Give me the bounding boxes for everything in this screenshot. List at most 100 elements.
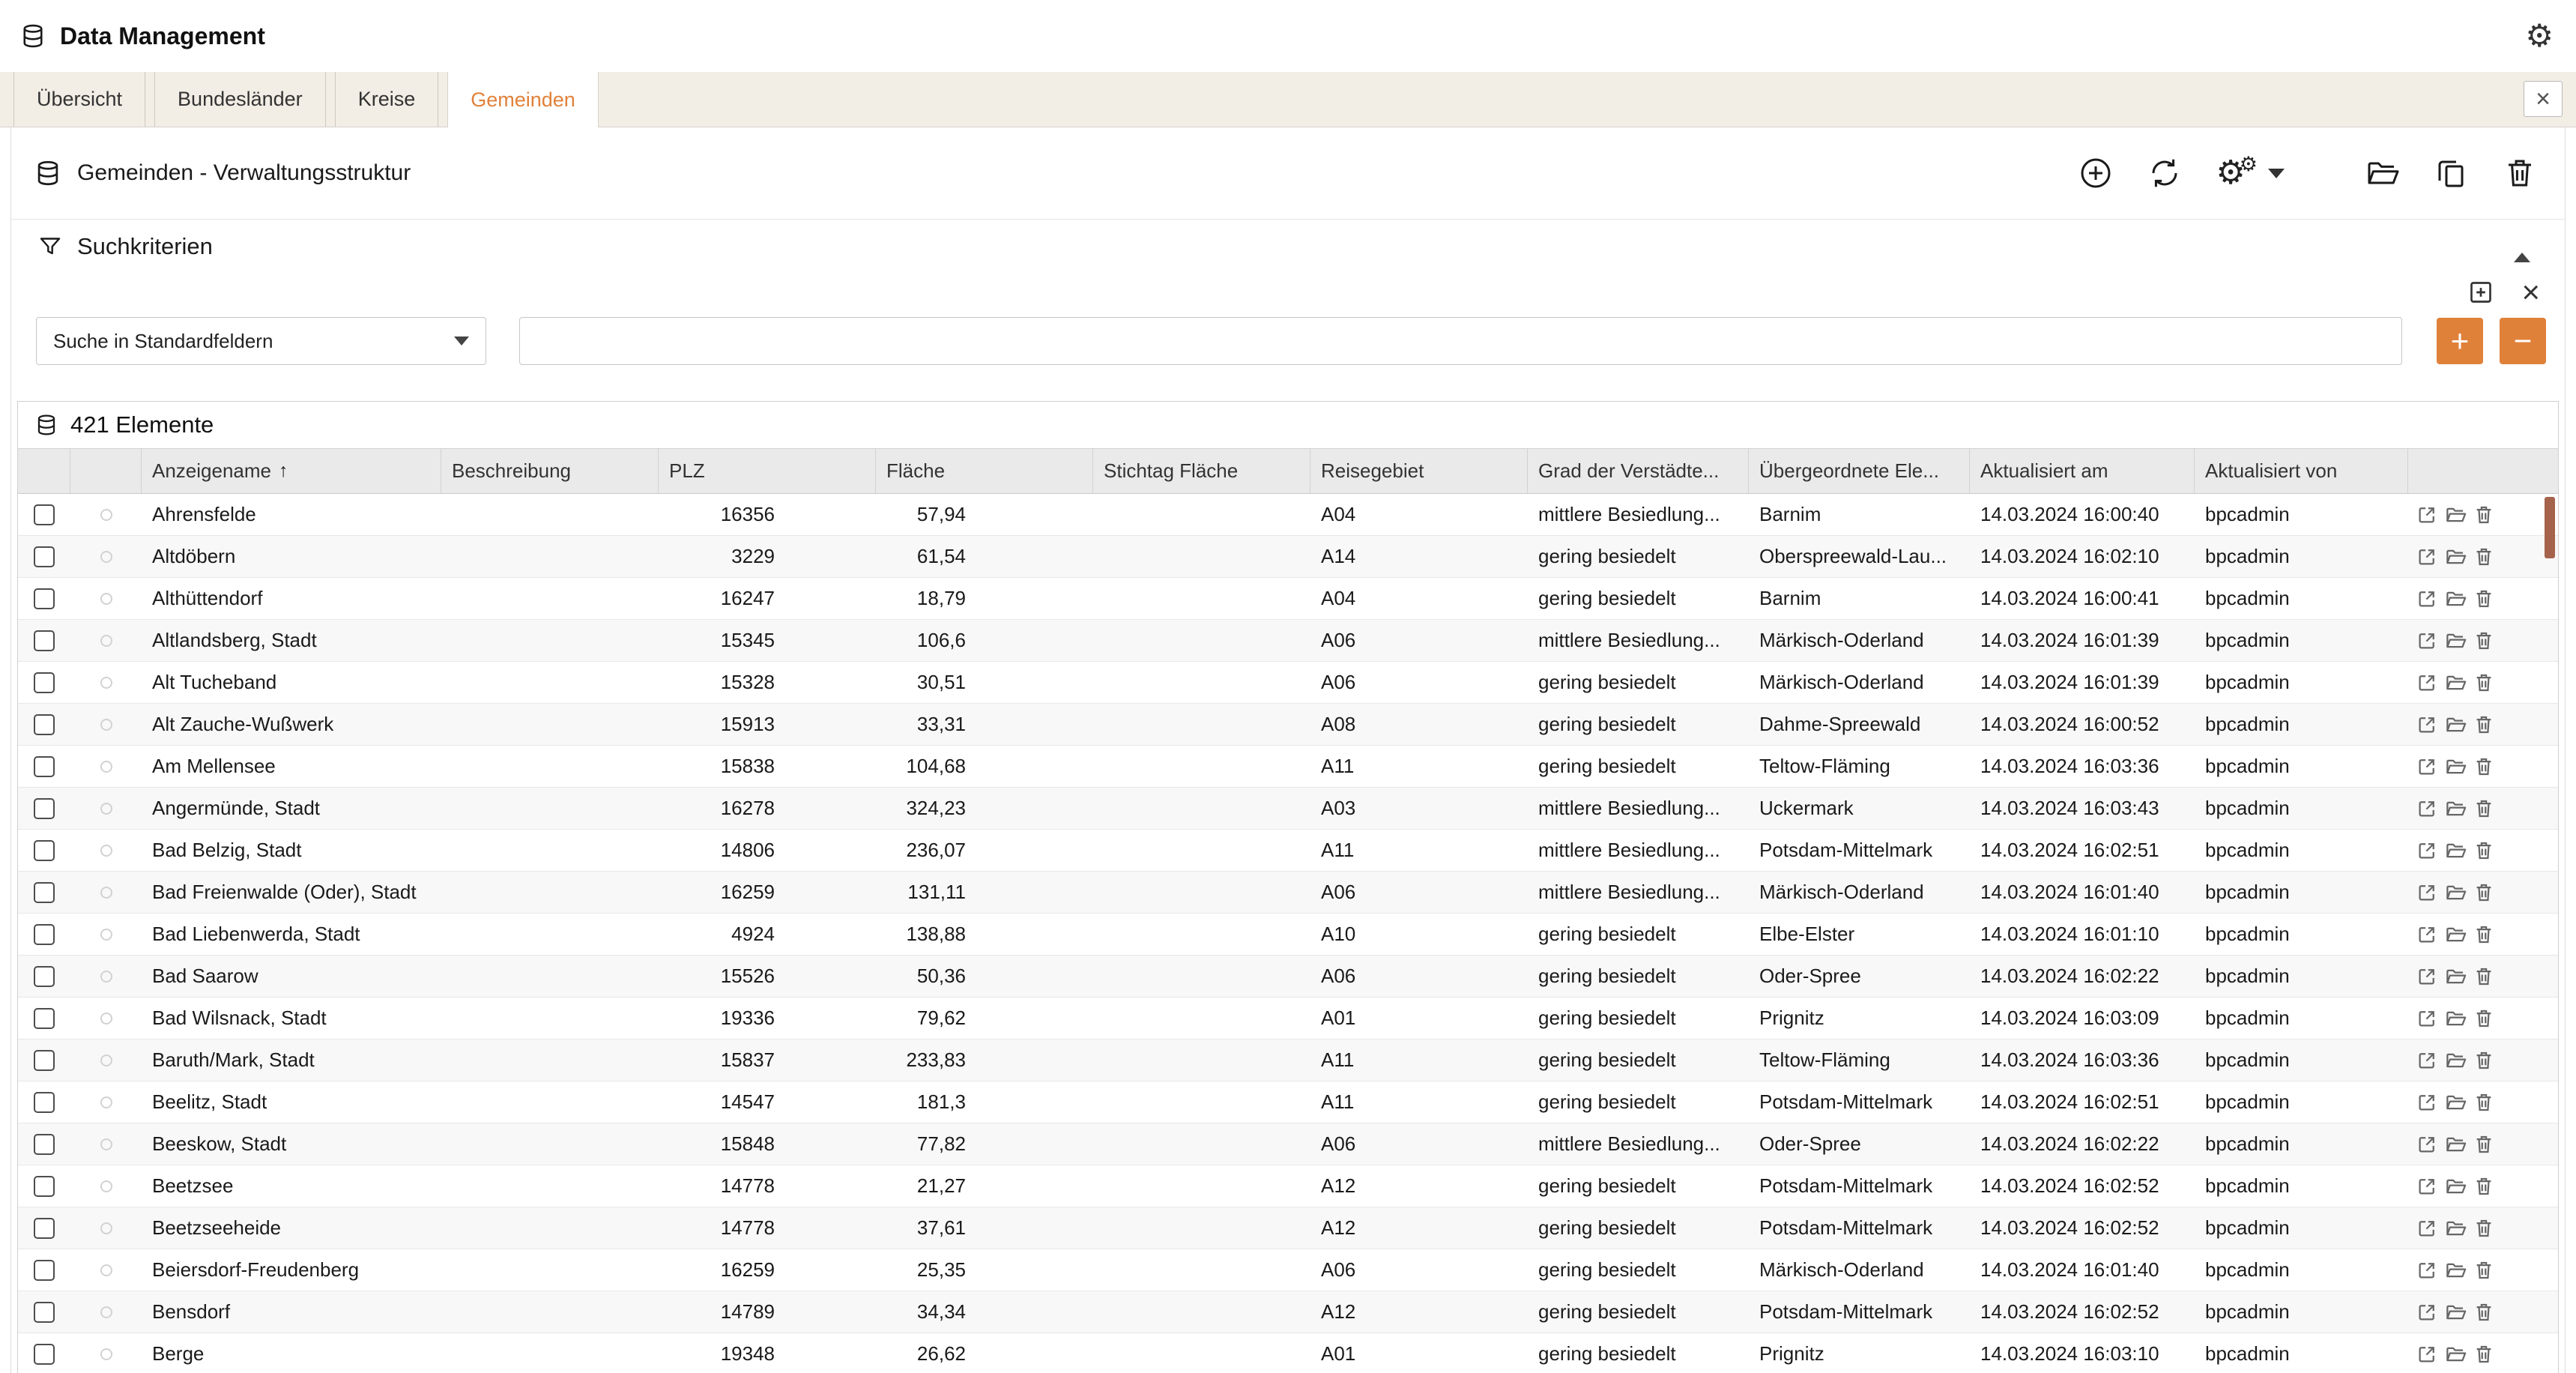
open-folder-button[interactable] xyxy=(2444,672,2467,694)
delete-row-button[interactable] xyxy=(2473,755,2495,778)
open-record-button[interactable] xyxy=(2416,713,2438,736)
column-grad-verstaedterung[interactable]: Grad der Verstädte... xyxy=(1528,449,1749,493)
table-row[interactable]: Bad Saarow 15526 50,36 A06 gering besied… xyxy=(18,956,2558,998)
row-checkbox[interactable] xyxy=(34,924,55,945)
table-row[interactable]: Am Mellensee 15838 104,68 A11 gering bes… xyxy=(18,746,2558,788)
row-checkbox[interactable] xyxy=(34,714,55,735)
open-record-button[interactable] xyxy=(2416,755,2438,778)
column-aktualisiert-von[interactable]: Aktualisiert von xyxy=(2195,449,2408,493)
open-folder-button[interactable] xyxy=(2444,965,2467,988)
table-row[interactable]: Bad Liebenwerda, Stadt 4924 138,88 A10 g… xyxy=(18,914,2558,956)
delete-row-button[interactable] xyxy=(2473,672,2495,694)
table-row[interactable]: Beetzseeheide 14778 37,61 A12 gering bes… xyxy=(18,1207,2558,1249)
delete-button[interactable] xyxy=(2502,155,2538,191)
column-anzeigename[interactable]: Anzeigename ↑ xyxy=(142,449,441,493)
open-record-button[interactable] xyxy=(2416,881,2438,904)
open-record-button[interactable] xyxy=(2416,546,2438,568)
row-checkbox[interactable] xyxy=(34,504,55,525)
row-checkbox[interactable] xyxy=(34,588,55,609)
delete-row-button[interactable] xyxy=(2473,839,2495,862)
delete-row-button[interactable] xyxy=(2473,1259,2495,1282)
row-checkbox[interactable] xyxy=(34,1134,55,1155)
delete-row-button[interactable] xyxy=(2473,1091,2495,1114)
delete-row-button[interactable] xyxy=(2473,1217,2495,1240)
table-row[interactable]: Bad Wilsnack, Stadt 19336 79,62 A01 geri… xyxy=(18,998,2558,1039)
table-row[interactable]: Alt Zauche-Wußwerk 15913 33,31 A08 gerin… xyxy=(18,704,2558,746)
open-record-button[interactable] xyxy=(2416,588,2438,610)
delete-row-button[interactable] xyxy=(2473,1133,2495,1156)
delete-row-button[interactable] xyxy=(2473,1343,2495,1366)
delete-row-button[interactable] xyxy=(2473,1175,2495,1198)
row-checkbox[interactable] xyxy=(34,798,55,819)
table-row[interactable]: Angermünde, Stadt 16278 324,23 A03 mittl… xyxy=(18,788,2558,830)
table-row[interactable]: Berge 19348 26,62 A01 gering besiedelt P… xyxy=(18,1333,2558,1373)
tab-gemeinden[interactable]: Gemeinden xyxy=(447,72,599,127)
delete-row-button[interactable] xyxy=(2473,965,2495,988)
row-checkbox[interactable] xyxy=(34,966,55,987)
delete-row-button[interactable] xyxy=(2473,630,2495,652)
open-record-button[interactable] xyxy=(2416,1133,2438,1156)
open-folder-button[interactable] xyxy=(2444,713,2467,736)
open-folder-button[interactable] xyxy=(2444,755,2467,778)
open-record-button[interactable] xyxy=(2416,1007,2438,1030)
open-folder-button[interactable] xyxy=(2444,1091,2467,1114)
delete-row-button[interactable] xyxy=(2473,504,2495,526)
row-checkbox[interactable] xyxy=(34,1050,55,1071)
close-tab-button[interactable]: × xyxy=(2524,81,2563,117)
vertical-scrollbar[interactable] xyxy=(2545,497,2555,558)
open-record-button[interactable] xyxy=(2416,672,2438,694)
open-record-button[interactable] xyxy=(2416,965,2438,988)
open-record-button[interactable] xyxy=(2416,1175,2438,1198)
row-checkbox[interactable] xyxy=(34,756,55,777)
column-flaeche[interactable]: Fläche xyxy=(876,449,1093,493)
open-button[interactable] xyxy=(2364,155,2400,191)
open-folder-button[interactable] xyxy=(2444,1133,2467,1156)
open-folder-button[interactable] xyxy=(2444,1175,2467,1198)
refresh-button[interactable] xyxy=(2147,155,2183,191)
open-record-button[interactable] xyxy=(2416,797,2438,820)
table-row[interactable]: Altdöbern 3229 61,54 A14 gering besiedel… xyxy=(18,536,2558,578)
search-input[interactable] xyxy=(519,317,2402,365)
open-record-button[interactable] xyxy=(2416,630,2438,652)
collapse-filter-button[interactable] xyxy=(2509,235,2535,258)
settings-button[interactable]: ⚙ ⚙ xyxy=(2216,157,2285,190)
open-folder-button[interactable] xyxy=(2444,1217,2467,1240)
open-folder-button[interactable] xyxy=(2444,1049,2467,1072)
delete-row-button[interactable] xyxy=(2473,1301,2495,1324)
remove-filter-button[interactable]: − xyxy=(2500,318,2546,364)
table-row[interactable]: Baruth/Mark, Stadt 15837 233,83 A11 geri… xyxy=(18,1039,2558,1081)
delete-row-button[interactable] xyxy=(2473,923,2495,946)
delete-row-button[interactable] xyxy=(2473,588,2495,610)
open-folder-button[interactable] xyxy=(2444,588,2467,610)
column-beschreibung[interactable]: Beschreibung xyxy=(441,449,659,493)
row-checkbox[interactable] xyxy=(34,1176,55,1197)
table-row[interactable]: Bensdorf 14789 34,34 A12 gering besiedel… xyxy=(18,1291,2558,1333)
tab-bundeslaender[interactable]: Bundesländer xyxy=(154,72,326,127)
open-record-button[interactable] xyxy=(2416,923,2438,946)
row-checkbox[interactable] xyxy=(34,1344,55,1365)
table-row[interactable]: Altlandsberg, Stadt 15345 106,6 A06 mitt… xyxy=(18,620,2558,662)
row-checkbox[interactable] xyxy=(34,1092,55,1113)
open-folder-button[interactable] xyxy=(2444,504,2467,526)
clear-criteria-button[interactable]: × xyxy=(2521,277,2540,308)
column-plz[interactable]: PLZ xyxy=(659,449,876,493)
row-checkbox[interactable] xyxy=(34,546,55,567)
table-row[interactable]: Althüttendorf 16247 18,79 A04 gering bes… xyxy=(18,578,2558,620)
table-row[interactable]: Beiersdorf-Freudenberg 16259 25,35 A06 g… xyxy=(18,1249,2558,1291)
gear-icon[interactable]: ⚙ xyxy=(2525,20,2554,52)
open-record-button[interactable] xyxy=(2416,1091,2438,1114)
table-row[interactable]: Beetzsee 14778 21,27 A12 gering besiedel… xyxy=(18,1165,2558,1207)
open-folder-button[interactable] xyxy=(2444,1259,2467,1282)
open-folder-button[interactable] xyxy=(2444,1007,2467,1030)
copy-button[interactable] xyxy=(2433,155,2469,191)
open-folder-button[interactable] xyxy=(2444,1343,2467,1366)
add-filter-button[interactable]: + xyxy=(2437,318,2483,364)
row-checkbox[interactable] xyxy=(34,630,55,651)
row-checkbox[interactable] xyxy=(34,1218,55,1239)
table-row[interactable]: Beelitz, Stadt 14547 181,3 A11 gering be… xyxy=(18,1081,2558,1123)
row-checkbox[interactable] xyxy=(34,840,55,861)
table-row[interactable]: Bad Freienwalde (Oder), Stadt 16259 131,… xyxy=(18,872,2558,914)
column-uebergeordnetes-element[interactable]: Übergeordnete Ele... xyxy=(1749,449,1970,493)
table-row[interactable]: Alt Tucheband 15328 30,51 A06 gering bes… xyxy=(18,662,2558,704)
tab-uebersicht[interactable]: Übersicht xyxy=(13,72,145,127)
